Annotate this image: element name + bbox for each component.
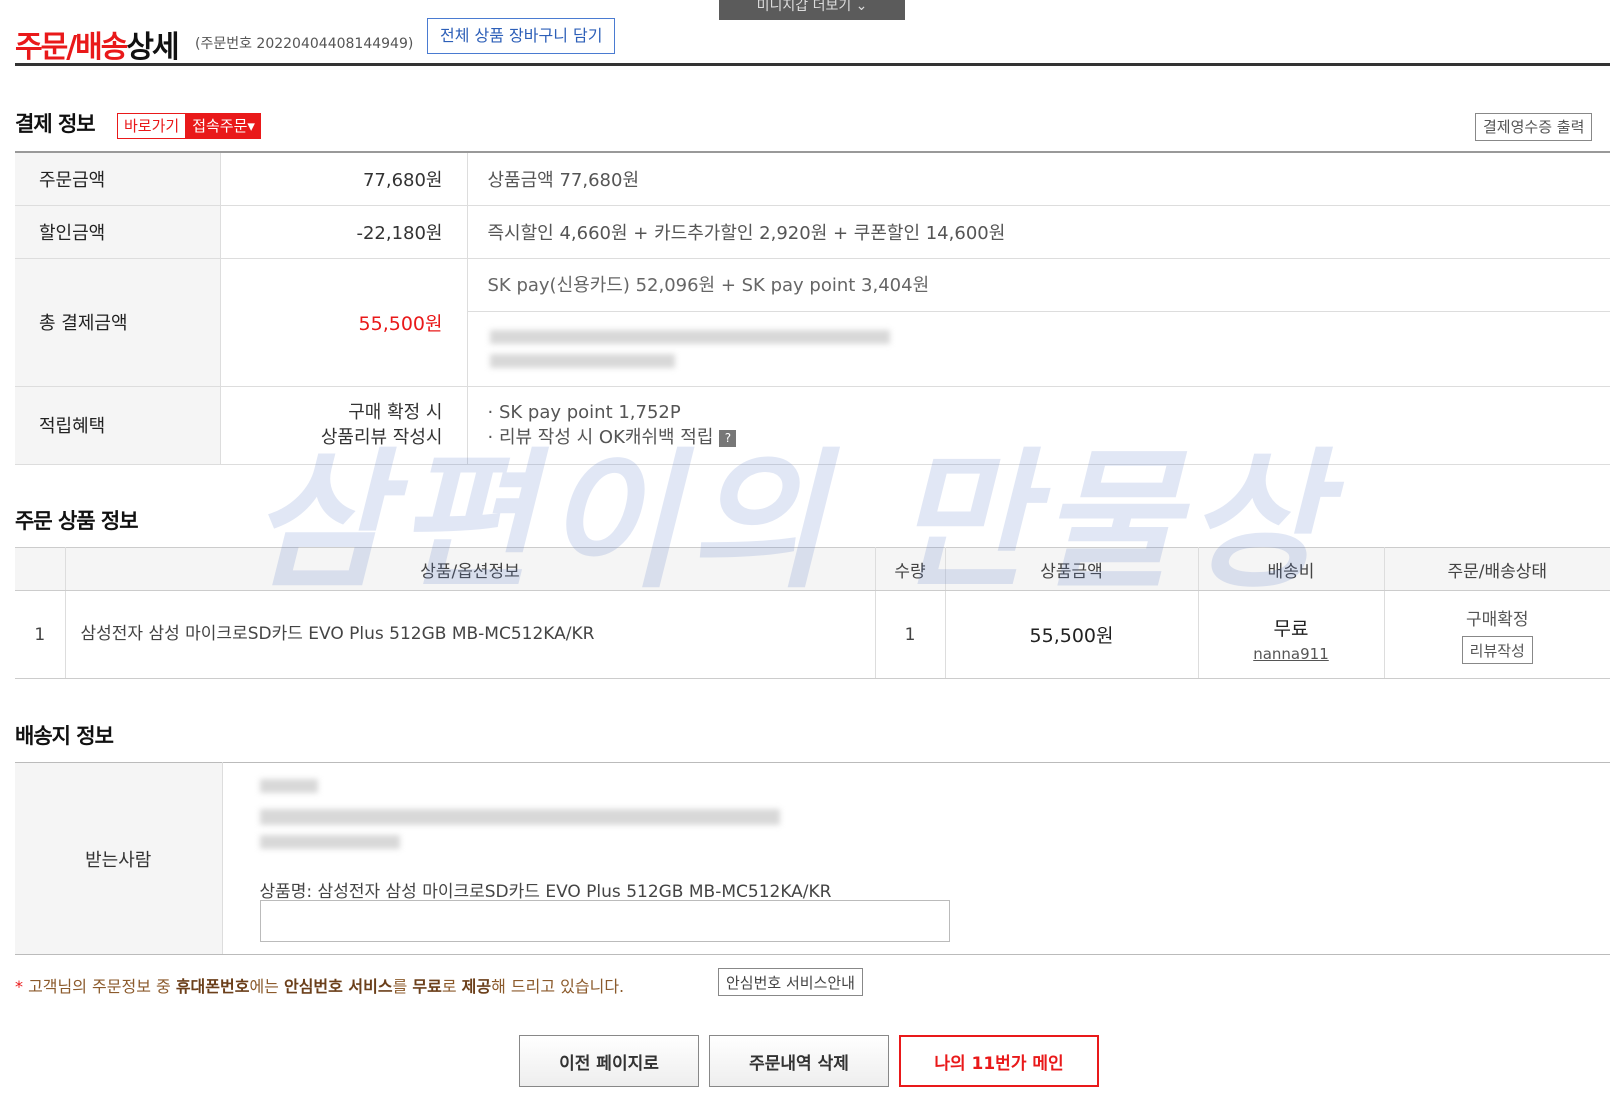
product-section-title: 주문 상품 정보 (15, 509, 139, 533)
blurred-address (259, 809, 780, 825)
total-label: 총 결제금액 (15, 258, 221, 387)
shipping-memo-box (259, 900, 950, 942)
shipping-section-title: 배송지 정보 (15, 724, 114, 748)
col-header-index (15, 547, 66, 591)
discount-label: 할인금액 (15, 205, 221, 259)
recipient-label: 받는사람 (15, 762, 223, 955)
discount-desc: 즉시할인 4,660원 + 카드추가할인 2,920원 + 쿠폰할인 14,60… (467, 205, 1610, 259)
col-header-price: 상품금액 (945, 547, 1199, 591)
payment-section-title: 결제 정보 (15, 112, 96, 136)
benefit-cashback: · 리뷰 작성 시 OK캐쉬백 적립 (487, 427, 714, 448)
shipping-product-name: 상품명: 삼성전자 삼성 마이크로SD카드 EVO Plus 512GB MB-… (259, 882, 832, 902)
page-title: 주문/배송상세 (15, 30, 180, 65)
shortcut-label[interactable]: 바로가기 (117, 113, 187, 139)
shipping-table: 받는사람 상품명: 삼성전자 삼성 마이크로SD카드 EVO Plus 512G… (15, 762, 1610, 955)
my-11st-main-button[interactable]: 나의 11번가 메인 (899, 1035, 1099, 1087)
product-table: 상품/옵션정보 수량 상품금액 배송비 주문/배송상태 1 삼성전자 삼성 마이… (15, 547, 1610, 679)
benefit-condition-2: 상품리뷰 작성시 (320, 427, 443, 448)
col-header-product: 상품/옵션정보 (65, 547, 876, 591)
shipping-fee: 무료 (1273, 618, 1309, 640)
blurred-phone (259, 835, 400, 849)
safe-number-guide-button[interactable]: 안심번호 서비스안내 (718, 968, 863, 996)
seller-link[interactable]: nanna911 (1199, 645, 1384, 663)
product-price: 55,500원 (945, 590, 1199, 679)
row-index: 1 (15, 590, 66, 679)
help-icon[interactable]: ? (719, 429, 737, 447)
benefit-point: · SK pay point 1,752P (487, 402, 681, 423)
order-amount-label: 주문금액 (15, 152, 221, 206)
order-amount-desc: 상품금액 77,680원 (467, 152, 1610, 206)
payment-method-desc: SK pay(신용카드) 52,096원 + SK pay point 3,40… (467, 259, 1610, 312)
col-header-qty: 수량 (875, 547, 946, 591)
write-review-button[interactable]: 리뷰작성 (1461, 636, 1533, 664)
benefit-condition-1: 구매 확정 시 (348, 402, 443, 423)
blurred-recipient-name (259, 779, 318, 793)
blurred-card-info (468, 312, 1611, 386)
total-value: 55,500원 (358, 312, 443, 335)
add-all-to-cart-button[interactable]: 전체 상품 장바구니 담기 (427, 18, 616, 54)
benefit-label: 적립혜택 (15, 386, 221, 465)
safe-number-notice: * 고객님의 주문정보 중 휴대폰번호에는 안심번호 서비스를 무료로 제공해 … (15, 977, 625, 996)
discount-value: -22,180원 (220, 205, 468, 259)
col-header-status: 주문/배송상태 (1384, 547, 1610, 591)
page-header: 주문/배송상세 (주문번호 20220404408144949) 전체 상품 장… (15, 16, 1610, 66)
col-header-shipping: 배송비 (1198, 547, 1385, 591)
shortcut-menu[interactable]: 접속주문▾ (186, 113, 261, 139)
payment-table: 주문금액 77,680원 상품금액 77,680원 할인금액 -22,180원 … (15, 151, 1610, 465)
table-row: 1 삼성전자 삼성 마이크로SD카드 EVO Plus 512GB MB-MC5… (15, 590, 1610, 679)
order-number: (주문번호 20220404408144949) (195, 36, 414, 52)
shortcut-badge[interactable]: 바로가기 접속주문▾ (117, 113, 261, 139)
order-amount-value: 77,680원 (220, 152, 468, 206)
delete-order-button[interactable]: 주문내역 삭제 (709, 1035, 889, 1087)
order-status: 구매확정 (1465, 610, 1529, 630)
product-qty: 1 (875, 590, 946, 679)
print-receipt-button[interactable]: 결제영수증 출력 (1475, 113, 1593, 141)
product-name[interactable]: 삼성전자 삼성 마이크로SD카드 EVO Plus 512GB MB-MC512… (65, 590, 876, 679)
prev-page-button[interactable]: 이전 페이지로 (519, 1035, 699, 1087)
